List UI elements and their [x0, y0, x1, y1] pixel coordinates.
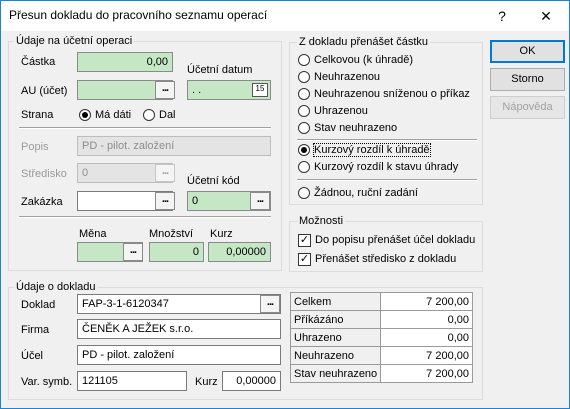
kurz-label: Kurz [210, 228, 233, 240]
prenos-radio-3[interactable] [298, 105, 310, 117]
summary-value: 0,00 [380, 328, 473, 347]
ucel-label: Účel [21, 350, 44, 362]
group-ucetni-operace-legend: Údaje na účetní operaci [14, 35, 135, 47]
summary-row: Příkázáno 0,00 [289, 310, 473, 329]
calendar-icon[interactable]: 15 [252, 83, 268, 97]
doklad-kurz-label: Kurz [195, 376, 218, 388]
doklad-input[interactable]: FAP-3-1-6120347 [77, 294, 281, 314]
ok-button[interactable]: OK [490, 40, 565, 63]
doklad-kurz-input[interactable]: 0,00000 [222, 371, 281, 391]
prenos-option-2: Neuhrazenou sníženou o příkaz [314, 88, 470, 100]
au-browse-button[interactable]: ... [155, 81, 175, 99]
zakazka-label: Zakázka [21, 196, 63, 208]
summary-row: Uhrazeno 0,00 [289, 328, 473, 347]
prenos-option-1: Neuhrazenou [314, 71, 381, 83]
castka-input[interactable]: 0,00 [77, 52, 173, 72]
popis-label: Popis [21, 141, 49, 153]
summary-value: 0,00 [380, 310, 473, 329]
prenos-option-5: Kurzový rozdíl k úhradě [313, 143, 431, 157]
separator [19, 216, 271, 218]
prenos-option-6: Kurzový rozdíl k stavu úhrady [314, 161, 459, 173]
prenos-radio-0[interactable] [298, 54, 310, 66]
window-title: Přesun dokladu do pracovního seznamu ope… [9, 8, 268, 22]
prenos-radio-1[interactable] [298, 71, 310, 83]
strana-dal-radio[interactable] [143, 109, 155, 121]
prenos-option-0: Celkovou (k úhradě) [314, 54, 414, 66]
ucel-input[interactable]: PD - pilot. založení [77, 345, 281, 365]
summary-label: Uhrazeno [289, 328, 382, 347]
ucetni-datum-label: Účetní datum [187, 64, 253, 76]
varsymb-label: Var. symb. [21, 376, 73, 388]
varsymb-input[interactable]: 121105 [77, 371, 187, 391]
summary-value: 7 200,00 [380, 292, 473, 311]
popis-input[interactable]: PD - pilot. založení [77, 136, 271, 156]
summary-row: Neuhrazeno 7 200,00 [289, 346, 473, 365]
mena-label: Měna [79, 228, 107, 240]
strana-md-label: Má dáti [95, 109, 132, 121]
popis-ucel-label: Do popisu přenášet účel dokladu [315, 234, 476, 246]
summary-label: Neuhrazeno [289, 346, 382, 365]
prenos-radio-6[interactable] [298, 161, 310, 173]
prenos-radio-4[interactable] [298, 122, 310, 134]
close-icon[interactable]: ✕ [524, 1, 568, 31]
summary-label: Celkem [289, 292, 382, 311]
group-prenos-legend: Z dokladu přenášet částku [297, 36, 431, 48]
kurz-input[interactable]: 0,00000 [208, 242, 271, 262]
au-label: AU (účet) [21, 85, 68, 97]
summary-row: Stav neuhrazeno 7 200,00 [289, 364, 473, 383]
doklad-browse-button[interactable]: ... [260, 295, 280, 313]
summary-table: Celkem 7 200,00 Příkázáno 0,00 Uhrazeno … [289, 292, 473, 383]
summary-label: Příkázáno [289, 310, 382, 329]
prenos-radio-2[interactable] [298, 88, 310, 100]
prenos-option-3: Uhrazenou [314, 105, 368, 117]
castka-label: Částka [21, 56, 56, 68]
prenos-radio-5[interactable] [298, 144, 310, 156]
popis-ucel-checkbox[interactable]: ✓ [298, 234, 311, 247]
strana-label: Strana [21, 109, 54, 121]
prenos-option-4: Stav neuhrazeno [314, 122, 398, 134]
zakazka-browse-button[interactable]: ... [155, 192, 175, 210]
stredisko-checkbox[interactable]: ✓ [298, 253, 311, 266]
group-moznosti-legend: Možnosti [297, 215, 346, 227]
mena-browse-button[interactable]: ... [123, 243, 143, 261]
firma-label: Firma [21, 324, 50, 336]
summary-row: Celkem 7 200,00 [289, 292, 473, 311]
firma-input[interactable]: ČENĚK A JEŽEK s.r.o. [77, 319, 281, 339]
ucetni-kod-browse-button[interactable]: ... [250, 192, 270, 210]
title-bar: Přesun dokladu do pracovního seznamu ope… [1, 1, 569, 31]
summary-value: 7 200,00 [380, 346, 473, 365]
mnozstvi-label: Množství [149, 228, 194, 240]
mnozstvi-input[interactable]: 0 [149, 242, 204, 262]
strana-md-radio[interactable] [79, 109, 91, 121]
storno-button[interactable]: Storno [490, 68, 565, 91]
doklad-label: Doklad [21, 299, 56, 311]
ucetni-kod-label: Účetní kód [187, 175, 240, 187]
prenos-radio-7[interactable] [298, 187, 310, 199]
summary-label: Stav neuhrazeno [289, 364, 382, 383]
separator [19, 127, 271, 129]
stredisko-label: Středisko [21, 168, 67, 180]
help-icon[interactable]: ? [480, 1, 524, 31]
stredisko-checkbox-label: Přenášet středisko z dokladu [315, 253, 457, 265]
strana-dal-label: Dal [159, 109, 176, 121]
napoveda-button[interactable]: Nápověda [490, 96, 565, 119]
separator [297, 139, 477, 141]
summary-value: 7 200,00 [380, 364, 473, 383]
prenos-option-7: Žádnou, ruční zadání [314, 187, 418, 199]
stredisko-browse-button[interactable]: ... [155, 164, 175, 182]
dialog-window: Přesun dokladu do pracovního seznamu ope… [0, 0, 570, 409]
group-doklad-legend: Údaje o dokladu [14, 281, 98, 293]
separator [297, 179, 477, 181]
